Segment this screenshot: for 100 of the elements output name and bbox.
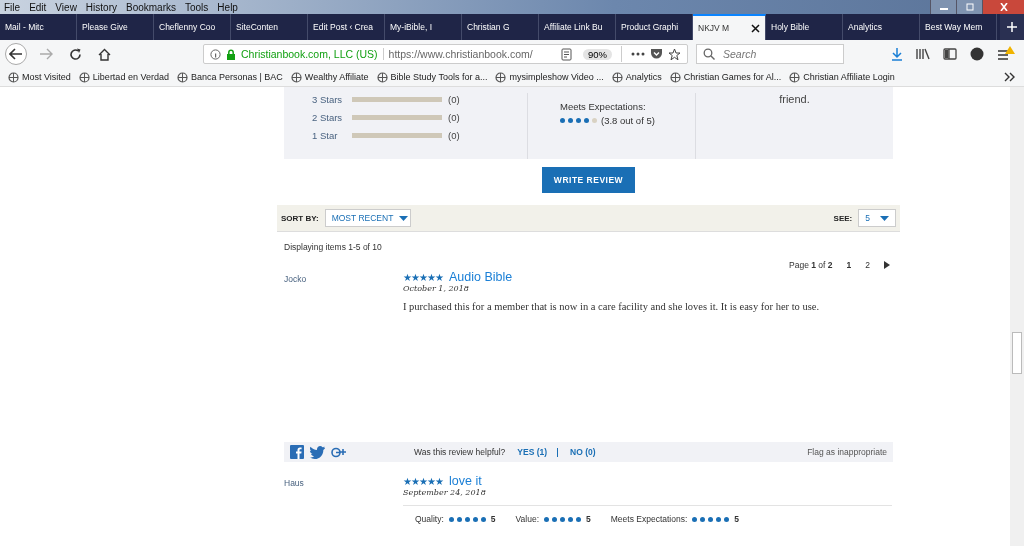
- google-plus-icon[interactable]: [331, 445, 346, 459]
- rating-label: Quality:: [415, 514, 444, 524]
- review-text: I purchased this for a member that is now in a care facility and she loves it. It is easy for her to use.: [403, 301, 821, 312]
- menu-item[interactable]: Edit: [29, 1, 47, 13]
- bookmark-item[interactable]: Analytics: [611, 71, 662, 83]
- bookmark-icon: [78, 71, 90, 83]
- search-icon: [703, 48, 715, 60]
- bookmark-item[interactable]: Wealthy Affiliate: [290, 71, 369, 83]
- rating-count: (0): [448, 112, 460, 123]
- maximize-button[interactable]: [956, 0, 982, 14]
- page-link[interactable]: 2: [865, 260, 870, 270]
- bookmark-item[interactable]: Christian Games for Al...: [669, 71, 782, 83]
- star-icon[interactable]: [668, 47, 681, 61]
- twitter-icon[interactable]: [310, 445, 325, 459]
- menu-item[interactable]: Bookmarks: [126, 1, 176, 13]
- bookmark-icon: [176, 71, 188, 83]
- bookmark-item[interactable]: Most Visited: [8, 71, 71, 83]
- new-tab-button[interactable]: [1000, 14, 1024, 40]
- back-button[interactable]: [5, 43, 27, 65]
- chevron-icon[interactable]: [1004, 72, 1016, 82]
- close-icon: [998, 3, 1009, 11]
- bookmark-item[interactable]: mysimpleshow Video ...: [495, 71, 604, 83]
- back-icon: [9, 48, 23, 60]
- menu-icon[interactable]: [997, 46, 1015, 62]
- page-link[interactable]: 1: [846, 260, 852, 270]
- bookmark-icon: [611, 71, 623, 83]
- home-icon[interactable]: [98, 47, 111, 61]
- bookmark-icon: [495, 71, 507, 83]
- bookmark-icon: [669, 71, 681, 83]
- bookmark-item[interactable]: Banca Personas | BAC: [176, 71, 283, 83]
- bookmark-item[interactable]: Bible Study Tools for a...: [376, 71, 488, 83]
- yes-vote-link[interactable]: YES (1): [517, 447, 548, 457]
- star-filter-link[interactable]: 2 Stars: [312, 112, 352, 123]
- next-icon[interactable]: [884, 261, 890, 269]
- items-count: Displaying items 1-5 of 10: [283, 241, 383, 252]
- close-button[interactable]: [982, 0, 1024, 14]
- sort-label: SORT BY:: [281, 213, 319, 223]
- review-author: Haus: [284, 477, 305, 490]
- plus-icon: [1007, 22, 1017, 32]
- rating-count: (0): [448, 94, 460, 105]
- site-identity: Christianbook.com, LLC (US): [241, 48, 384, 60]
- minimize-button[interactable]: [930, 0, 956, 14]
- caret-icon: [399, 215, 409, 221]
- bookmark-icon: [8, 71, 19, 83]
- review-title: love it: [449, 474, 482, 488]
- rating-value: 5: [586, 514, 591, 524]
- menu-item[interactable]: History: [85, 1, 117, 13]
- caret-icon: [880, 215, 889, 221]
- rating-value: 5: [490, 514, 496, 524]
- bookmark-item[interactable]: Libertad en Verdad: [78, 71, 169, 83]
- flag-link[interactable]: Flag as inappropriate: [807, 447, 887, 457]
- sort-dropdown[interactable]: MOST RECENT: [324, 209, 411, 227]
- star-rating: ★★★★★: [403, 475, 443, 487]
- per-page-dropdown[interactable]: 5: [858, 209, 896, 227]
- review-date: October 1, 2018: [403, 284, 470, 293]
- address-bar[interactable]: Christianbook.com, LLC (US) https://www.christianbook.com/ 90%: [203, 44, 688, 64]
- bookmark-icon: [376, 71, 388, 83]
- see-label: SEE:: [833, 213, 853, 223]
- rating-value: 5: [734, 514, 740, 524]
- rating-label: Value:: [515, 514, 540, 524]
- menu-item[interactable]: Tools: [185, 1, 209, 13]
- search-bar[interactable]: Search: [696, 44, 844, 64]
- sidebar-icon[interactable]: [943, 48, 957, 60]
- facebook-icon[interactable]: [290, 445, 304, 459]
- recommend-text: friend.: [779, 93, 810, 105]
- menu-item[interactable]: View: [55, 1, 77, 13]
- search-input[interactable]: Search: [721, 47, 835, 61]
- rating-label: Meets Expectations:: [610, 514, 688, 524]
- scrollbar-thumb[interactable]: [1012, 332, 1022, 374]
- bookmark-item[interactable]: Christian Affiliate Login: [789, 71, 895, 83]
- helpful-question: Was this review helpful?: [414, 447, 506, 457]
- write-review-button[interactable]: WRITE REVIEW: [541, 167, 636, 193]
- download-icon[interactable]: [891, 47, 903, 61]
- bookmark-icon: [290, 71, 302, 83]
- criterion-score: (3.8 out of 5): [601, 115, 655, 126]
- library-icon[interactable]: [916, 48, 930, 60]
- review-date: September 24, 2018: [403, 488, 487, 497]
- zoom-level[interactable]: 90%: [583, 48, 612, 60]
- bookmark-icon: [789, 71, 801, 83]
- url-text: https://www.christianbook.com/: [388, 48, 534, 60]
- reload-icon[interactable]: [69, 47, 82, 61]
- menu-item[interactable]: Help: [217, 1, 238, 13]
- info-icon[interactable]: [210, 48, 221, 60]
- maximize-icon: [964, 3, 975, 11]
- browser-tab[interactable]: NKJV M: [693, 14, 766, 40]
- no-vote-link[interactable]: NO (0): [570, 447, 596, 457]
- review-title: Audio Bible: [449, 270, 513, 284]
- reader-view-icon[interactable]: [561, 47, 572, 61]
- rating-count: (0): [448, 130, 460, 141]
- more-icon[interactable]: [631, 52, 645, 56]
- pocket-icon[interactable]: [650, 48, 663, 60]
- close-icon[interactable]: [751, 23, 760, 33]
- criterion-label: Meets Expectations:: [560, 101, 647, 112]
- star-filter-link[interactable]: 3 Stars: [312, 94, 352, 105]
- lock-icon: [226, 48, 236, 60]
- extension-icon[interactable]: [970, 47, 984, 61]
- review-author: Jocko: [284, 273, 308, 286]
- star-filter-link[interactable]: 1 Star: [312, 130, 352, 141]
- star-rating: ★★★★★: [403, 271, 443, 283]
- menu-item[interactable]: File: [4, 1, 21, 13]
